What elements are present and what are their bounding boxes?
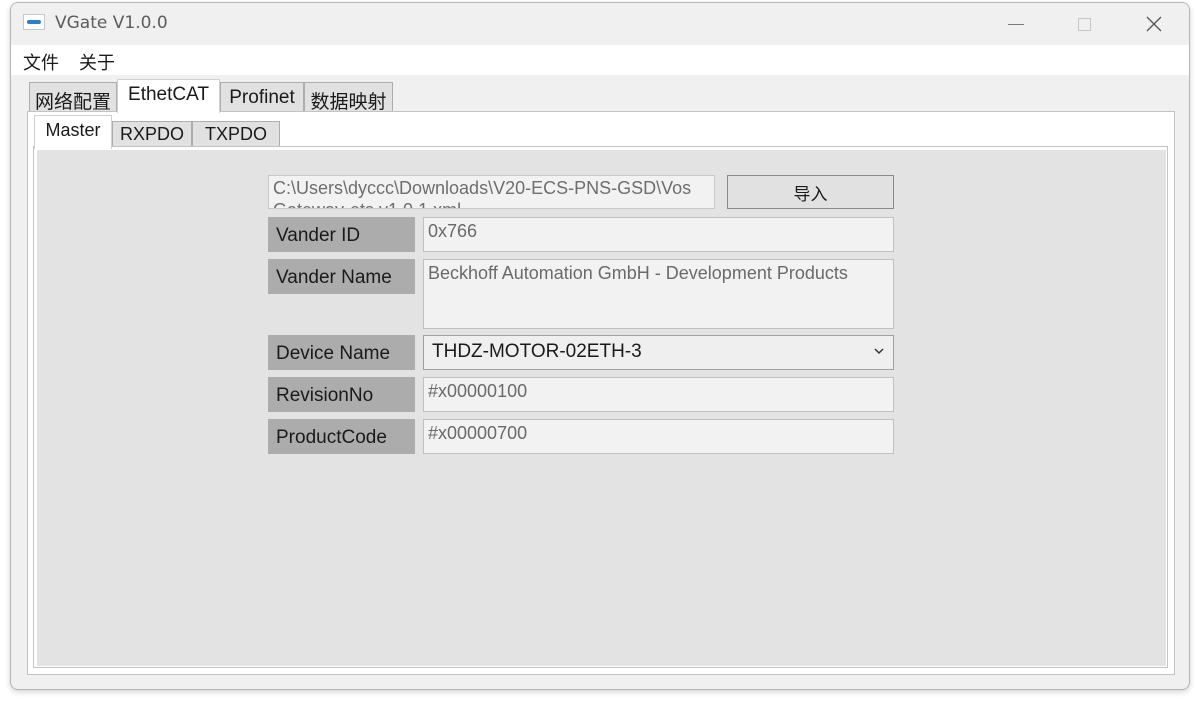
menu-file[interactable]: 文件: [23, 49, 59, 75]
tab-master[interactable]: Master: [34, 115, 112, 149]
title-bar[interactable]: VGate V1.0.0: [11, 3, 1189, 45]
file-path-field[interactable]: C:\Users\dyccc\Downloads\V20-ECS-PNS-GSD…: [268, 175, 715, 209]
tab-ethetcat[interactable]: EthetCAT: [117, 79, 220, 113]
tab-profinet[interactable]: Profinet: [220, 82, 304, 112]
tab-network-config[interactable]: 网络配置: [29, 82, 117, 113]
chevron-down-icon: [874, 348, 884, 355]
app-window: VGate V1.0.0 文件 关于 网络配置 EthetCAT Profine…: [10, 2, 1190, 690]
app-logo-icon: [23, 14, 45, 30]
device-name-label: Device Name: [268, 335, 415, 370]
import-button[interactable]: 导入: [727, 175, 894, 209]
vendor-name-field[interactable]: Beckhoff Automation GmbH - Development P…: [423, 259, 894, 329]
tab-txpdo[interactable]: TXPDO: [192, 121, 280, 148]
revision-no-label: RevisionNo: [268, 377, 415, 412]
close-icon: [1146, 16, 1162, 32]
maximize-icon: [1077, 17, 1091, 31]
tab-data-mapping[interactable]: 数据映射: [304, 82, 393, 113]
vendor-name-label: Vander Name: [268, 259, 415, 294]
menu-bar: 文件 关于: [11, 45, 1189, 75]
tab-rxpdo[interactable]: RXPDO: [112, 121, 192, 148]
device-name-value: THDZ-MOTOR-02ETH-3: [432, 341, 642, 362]
vendor-id-label: Vander ID: [268, 217, 415, 252]
master-panel: C:\Users\dyccc\Downloads\V20-ECS-PNS-GSD…: [33, 146, 1168, 668]
maximize-button[interactable]: [1061, 3, 1107, 45]
product-code-field[interactable]: #x00000700: [423, 419, 894, 454]
close-button[interactable]: [1131, 3, 1177, 45]
ethetcat-panel: Master RXPDO TXPDO C:\Users\dyccc\Downlo…: [27, 111, 1175, 675]
device-name-select[interactable]: THDZ-MOTOR-02ETH-3: [423, 335, 894, 370]
vendor-id-field[interactable]: 0x766: [423, 217, 894, 252]
minimize-button[interactable]: [993, 3, 1039, 45]
master-content: C:\Users\dyccc\Downloads\V20-ECS-PNS-GSD…: [37, 150, 1166, 666]
revision-no-field[interactable]: #x00000100: [423, 377, 894, 412]
minimize-icon: [1008, 23, 1024, 25]
menu-about[interactable]: 关于: [79, 49, 115, 75]
window-title: VGate V1.0.0: [55, 13, 168, 33]
product-code-label: ProductCode: [268, 419, 415, 454]
